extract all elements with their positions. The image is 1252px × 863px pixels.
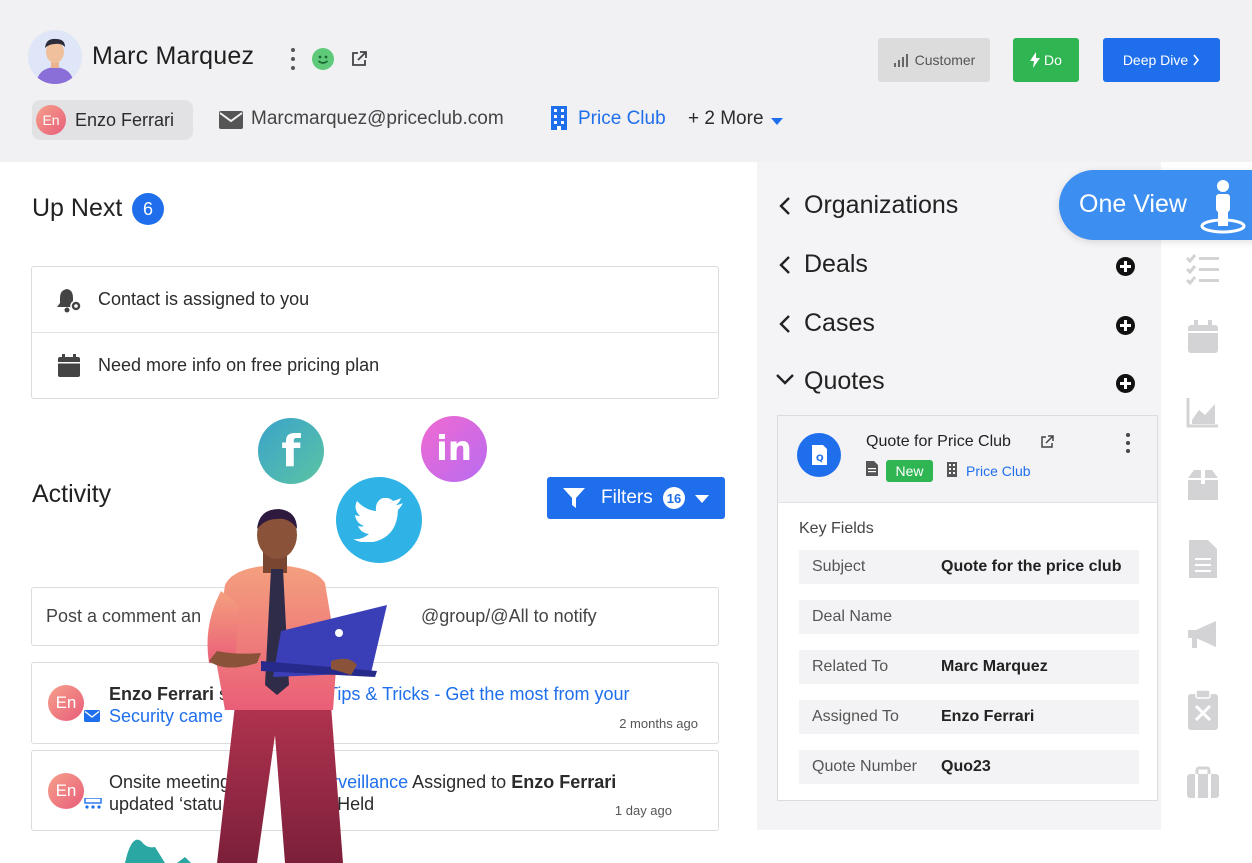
list-item[interactable]: Need more info on free pricing plan — [32, 333, 718, 399]
quote-title[interactable]: Quote for Price Club — [866, 433, 1011, 451]
field-key: Deal Name — [812, 608, 893, 625]
meeting-icon — [84, 797, 102, 809]
section-quotes[interactable]: Quotes — [804, 367, 885, 396]
mail-icon — [84, 709, 100, 722]
external-link-icon[interactable] — [1040, 435, 1054, 449]
contact-header: Marc Marquez Customer Do Deep Dive En En… — [0, 0, 1252, 162]
feed-assignee: Enzo Ferrari — [511, 772, 617, 792]
chevron-left-icon[interactable] — [778, 255, 792, 275]
field-key: Quote Number — [812, 758, 917, 775]
field-value: Enzo Ferrari — [941, 708, 1035, 725]
quote-card: Q Quote for Price Club New Price Club Ke… — [777, 415, 1158, 801]
contact-name: Marc Marquez — [92, 42, 255, 70]
section-deals[interactable]: Deals — [804, 250, 868, 279]
field-key: Related To — [812, 658, 889, 675]
do-button[interactable]: Do — [1013, 38, 1079, 82]
quote-organization-link[interactable]: Price Club — [966, 463, 1031, 479]
person-location-icon — [1197, 178, 1249, 234]
mail-icon — [219, 111, 243, 129]
key-field-row: Quote Number Quo23 — [799, 750, 1139, 784]
chevron-down-icon[interactable] — [775, 372, 795, 392]
briefcase-icon[interactable] — [1186, 766, 1220, 800]
customer-button-label: Customer — [914, 52, 976, 68]
filters-button[interactable]: Filters 16 — [547, 477, 725, 519]
add-deal-icon[interactable] — [1116, 257, 1135, 276]
chevron-right-icon — [1193, 54, 1200, 66]
facebook-icon: f — [258, 418, 324, 484]
feed-timestamp: 2 months ago — [619, 716, 698, 731]
key-fields-label: Key Fields — [799, 520, 874, 537]
up-next-count-badge: 6 — [132, 193, 164, 225]
chevron-left-icon[interactable] — [778, 314, 792, 334]
clipboard-icon[interactable] — [1186, 689, 1220, 730]
activity-title: Activity — [32, 480, 112, 508]
quote-card-header: Q Quote for Price Club New Price Club — [778, 416, 1157, 503]
caret-down-icon[interactable] — [771, 118, 783, 125]
one-view-label: One View — [1079, 190, 1187, 218]
document-icon[interactable] — [1186, 540, 1220, 578]
chart-icon[interactable] — [1186, 396, 1220, 430]
status-badge: New — [886, 460, 933, 482]
field-value: Quo23 — [941, 758, 991, 775]
contact-avatar[interactable] — [28, 30, 82, 84]
feed-timestamp: 1 day ago — [614, 803, 672, 818]
section-organizations[interactable]: Organizations — [804, 191, 958, 220]
deep-dive-button-label: Deep Dive — [1122, 52, 1189, 68]
contact-email[interactable]: Marcmarquez@priceclub.com — [251, 108, 504, 130]
do-button-label: Do — [1044, 52, 1062, 68]
filters-label: Filters — [601, 487, 653, 508]
add-quote-icon[interactable] — [1116, 374, 1135, 393]
list-item[interactable]: Contact is assigned to you — [32, 267, 718, 333]
field-value: Marc Marquez — [941, 658, 1048, 675]
svg-text:Q: Q — [816, 454, 824, 464]
building-icon — [549, 106, 569, 130]
actor-avatar: En — [48, 773, 84, 809]
smiley-icon[interactable] — [312, 48, 334, 70]
signal-icon — [893, 54, 908, 67]
checklist-icon[interactable] — [1185, 252, 1220, 286]
customer-button[interactable]: Customer — [878, 38, 990, 82]
up-next-title: Up Next — [32, 194, 123, 222]
calendar-icon — [56, 353, 82, 379]
lightning-icon — [1030, 52, 1041, 68]
document-icon — [866, 461, 878, 476]
comment-placeholder-end: @group/@All to notify — [421, 606, 597, 626]
key-field-row: Deal Name — [799, 600, 1139, 634]
actor-avatar: En — [48, 685, 84, 721]
owner-chip[interactable]: En Enzo Ferrari — [32, 100, 193, 140]
more-options-icon[interactable] — [1125, 433, 1131, 453]
owner-name: Enzo Ferrari — [75, 110, 175, 130]
caret-down-icon — [695, 495, 709, 503]
key-field-row: Assigned To Enzo Ferrari — [799, 700, 1139, 734]
quote-icon: Q — [797, 433, 841, 477]
chevron-left-icon[interactable] — [778, 196, 792, 216]
more-options-icon[interactable] — [286, 46, 300, 72]
filters-count-badge: 16 — [663, 487, 685, 509]
add-case-icon[interactable] — [1116, 316, 1135, 335]
linkedin-icon: in — [421, 416, 487, 482]
calendar-icon[interactable] — [1186, 320, 1220, 354]
building-icon — [946, 462, 958, 477]
up-next-list: Contact is assigned to you Need more inf… — [31, 266, 719, 399]
deep-dive-button[interactable]: Deep Dive — [1103, 38, 1220, 82]
field-key: Subject — [812, 558, 866, 575]
bell-gear-icon — [56, 287, 82, 313]
external-link-icon[interactable] — [350, 50, 368, 68]
task-text: Contact is assigned to you — [98, 289, 310, 309]
feed-mid: Assigned to — [412, 772, 507, 792]
key-field-row: Subject Quote for the price club — [799, 550, 1139, 584]
key-field-row: Related To Marc Marquez — [799, 650, 1139, 684]
task-text: Need more info on free pricing plan — [98, 355, 380, 375]
person-with-laptop-illustration — [125, 509, 387, 863]
megaphone-icon[interactable] — [1186, 618, 1220, 652]
funnel-icon — [563, 487, 585, 509]
organization-link[interactable]: Price Club — [578, 108, 666, 130]
section-cases[interactable]: Cases — [804, 309, 875, 338]
one-view-button[interactable]: One View — [1059, 170, 1252, 240]
field-key: Assigned To — [812, 708, 899, 725]
more-link[interactable]: + 2 More — [688, 108, 764, 130]
owner-avatar: En — [36, 105, 66, 135]
box-icon[interactable] — [1186, 468, 1220, 502]
field-value: Quote for the price club — [941, 558, 1122, 575]
